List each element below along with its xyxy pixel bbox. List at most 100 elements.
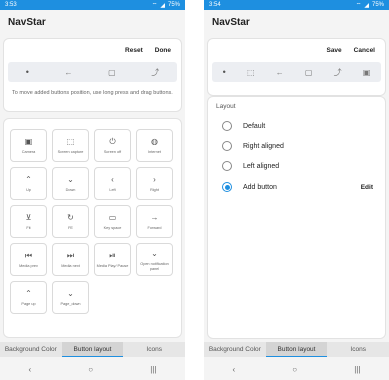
home-icon[interactable]: ○: [292, 365, 297, 374]
tab-button-layout[interactable]: Button layout: [61, 342, 124, 357]
button-tile[interactable]: ⌃ Up: [10, 167, 47, 200]
radio-button-selected[interactable]: [222, 182, 232, 192]
navbar-preview-card: Save Cancel • ⬚ ← ▢ ⤴ ▣: [207, 38, 386, 96]
button-tile[interactable]: ↻ FE: [52, 205, 89, 238]
play-pause-icon: ⏯: [109, 251, 116, 261]
button-tile[interactable]: ⏭ Media next: [52, 243, 89, 276]
button-tile-label: Internet: [148, 150, 161, 155]
button-grid: ▣ Camera ⬚ Screen capture ⏻ Screen off ◍ Intern…: [10, 129, 173, 314]
button-tile-label: Left: [109, 188, 116, 193]
radio-button[interactable]: [222, 141, 232, 151]
button-tile-label: Media next: [61, 264, 80, 269]
recents-icon[interactable]: |||: [150, 365, 156, 374]
fit-icon: ⊻: [25, 213, 32, 223]
button-tile-label: Key space: [103, 226, 122, 231]
button-tile-label: Down: [65, 188, 76, 193]
button-tile[interactable]: ⬚ Screen capture: [52, 129, 89, 162]
refresh-icon: ↻: [67, 213, 74, 223]
radio-button[interactable]: [222, 161, 232, 171]
dot-icon[interactable]: •: [223, 67, 226, 77]
signal-icon: ◢: [160, 2, 165, 9]
button-tile[interactable]: ▣ Camera: [10, 129, 47, 162]
button-tile[interactable]: ⌄ Down: [52, 167, 89, 200]
button-tile-label: Fit: [26, 226, 31, 231]
button-tile-label: Media prev: [19, 264, 38, 269]
home-square-icon[interactable]: ▢: [305, 68, 313, 77]
cancel-button[interactable]: Cancel: [354, 47, 375, 54]
layout-card: Layout Default Right aligned Left aligne…: [207, 96, 386, 339]
status-time: 3:54: [209, 2, 221, 8]
tab-background-color[interactable]: Background Color: [204, 342, 266, 357]
phone-screen-left: 3:53 ⌔ ◢ 75% NavStar Reset Done • ← ▢ ⤴ …: [0, 0, 185, 380]
option-left-aligned[interactable]: Left aligned: [222, 159, 373, 173]
tab-background-color[interactable]: Background Color: [0, 342, 62, 357]
tab-bar: Background Color Button layout Icons: [204, 342, 389, 357]
button-tile[interactable]: ‹ Left: [94, 167, 131, 200]
button-tile[interactable]: ⏮ Media prev: [10, 243, 47, 276]
status-bar: 3:53 ⌔ ◢ 75%: [0, 0, 185, 10]
system-navbar: ‹ ○ |||: [204, 359, 389, 380]
button-tile[interactable]: ⌃ Page up: [10, 281, 47, 314]
available-buttons-card: ▣ Camera ⬚ Screen capture ⏻ Screen off ◍ Intern…: [3, 118, 182, 338]
battery-level: 75%: [167, 2, 180, 8]
arrow-forward-icon: →: [150, 213, 159, 223]
phone-screen-right: 3:54 ⌔ ◢ 75% NavStar Save Cancel • ⬚ ← ▢…: [204, 0, 389, 380]
chevron-down-icon: ⌄: [67, 175, 74, 185]
tab-icons[interactable]: Icons: [123, 342, 185, 357]
keyboard-icon: ▭: [108, 213, 117, 223]
notification-panel-icon: ⌄: [151, 249, 158, 258]
button-tile[interactable]: → Forward: [136, 205, 173, 238]
recents-icon[interactable]: ⤴: [151, 67, 159, 78]
back-icon[interactable]: ‹: [233, 365, 236, 374]
radio-button[interactable]: [222, 121, 232, 131]
save-button[interactable]: Save: [326, 47, 341, 54]
battery-level: 75%: [371, 2, 384, 8]
back-icon[interactable]: ‹: [29, 365, 32, 374]
layout-title: Layout: [216, 103, 236, 110]
navbar-preview-card: Reset Done • ← ▢ ⤴ To move added buttons…: [3, 38, 182, 112]
button-tile[interactable]: ⌄ Page_down: [52, 281, 89, 314]
screen-capture-icon[interactable]: ⬚: [247, 68, 255, 77]
edit-button[interactable]: Edit: [361, 184, 373, 191]
button-tile[interactable]: ◍ Internet: [136, 129, 173, 162]
tab-bar: Background Color Button layout Icons: [0, 342, 185, 357]
dot-icon[interactable]: •: [26, 67, 29, 77]
button-tile[interactable]: ⌄ Open notification panel: [136, 243, 173, 276]
button-tile-label: Page up: [21, 302, 36, 307]
recents-icon[interactable]: |||: [354, 365, 360, 374]
button-tile-label: Media Play/ Pause: [96, 264, 129, 269]
button-tile-label: Open notification panel: [140, 262, 169, 271]
tab-button-layout[interactable]: Button layout: [265, 342, 328, 357]
page-down-icon: ⌄: [67, 289, 74, 299]
recents-icon[interactable]: ⤴: [334, 67, 342, 78]
home-square-icon[interactable]: ▢: [108, 68, 116, 77]
button-tile-label: Right: [150, 188, 159, 193]
wifi-icon: ⌔: [355, 3, 362, 9]
screen-capture-icon: ⬚: [66, 137, 75, 147]
button-tile-label: Screen capture: [57, 150, 84, 155]
home-icon[interactable]: ○: [88, 365, 93, 374]
chevron-left-icon: ‹: [111, 175, 114, 185]
button-tile[interactable]: ⊻ Fit: [10, 205, 47, 238]
done-button[interactable]: Done: [155, 47, 171, 54]
button-tile[interactable]: ⏯ Media Play/ Pause: [94, 243, 131, 276]
tab-icons[interactable]: Icons: [327, 342, 389, 357]
option-add-button[interactable]: Add button Edit: [222, 180, 373, 194]
button-tile[interactable]: › Right: [136, 167, 173, 200]
media-prev-icon: ⏮: [24, 251, 33, 261]
reset-button[interactable]: Reset: [125, 47, 143, 54]
button-tile-label: Page_down: [60, 302, 81, 307]
camera-icon[interactable]: ▣: [363, 68, 371, 77]
button-tile[interactable]: ▭ Key space: [94, 205, 131, 238]
button-tile[interactable]: ⏻ Screen off: [94, 129, 131, 162]
back-arrow-icon[interactable]: ←: [276, 68, 284, 77]
app-title: NavStar: [204, 10, 389, 34]
option-default[interactable]: Default: [222, 119, 373, 133]
power-icon: ⏻: [109, 137, 116, 147]
status-time: 3:53: [5, 2, 17, 8]
option-right-aligned[interactable]: Right aligned: [222, 139, 373, 153]
back-arrow-icon[interactable]: ←: [65, 68, 73, 77]
navbar-preview: • ← ▢ ⤴: [8, 62, 177, 82]
chevron-right-icon: ›: [153, 175, 156, 185]
app-title: NavStar: [0, 10, 185, 34]
